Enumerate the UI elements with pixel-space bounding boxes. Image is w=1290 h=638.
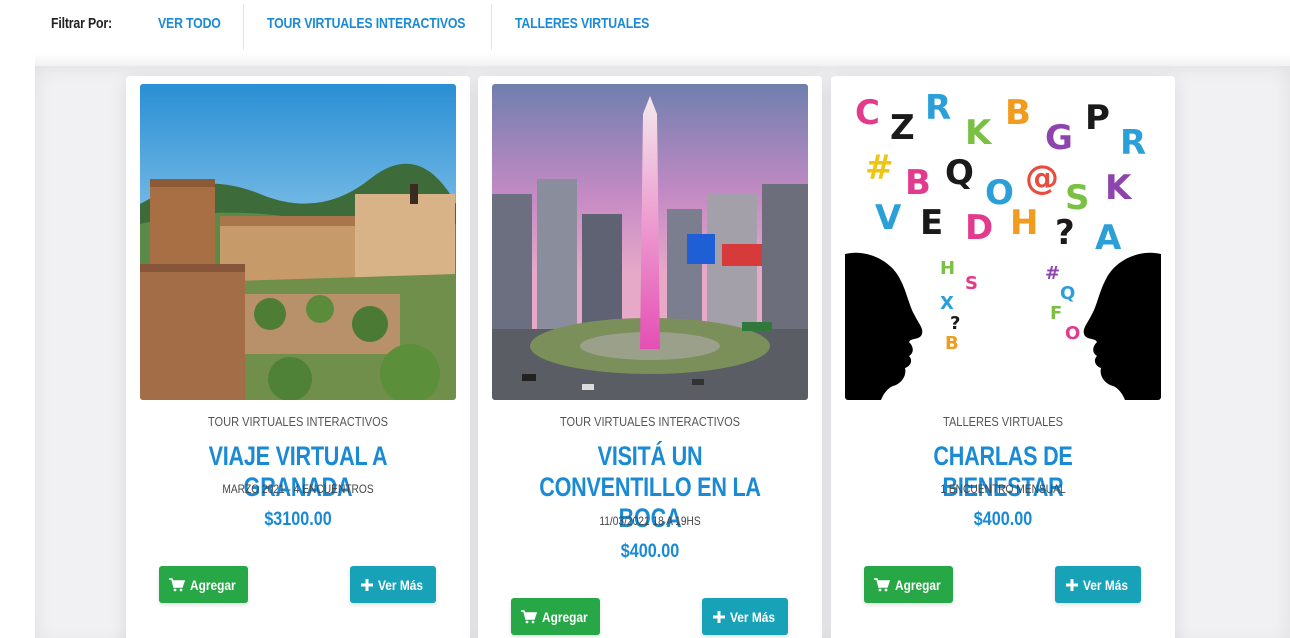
svg-text:R: R xyxy=(1120,123,1146,163)
cart-icon xyxy=(169,577,186,592)
product-card: C Z R K B G P R # B Q O @ S K V E D H ? xyxy=(831,76,1175,638)
svg-text:Q: Q xyxy=(945,153,974,193)
svg-text:P: P xyxy=(1085,98,1110,138)
svg-text:V: V xyxy=(875,198,902,238)
ver-mas-button[interactable]: Ver Más xyxy=(350,566,436,603)
svg-text:Q: Q xyxy=(1060,283,1075,304)
svg-text:#: # xyxy=(865,148,894,188)
svg-text:H: H xyxy=(1010,203,1038,243)
filter-talleres-virtuales[interactable]: TALLERES VIRTUALES xyxy=(515,15,649,32)
product-image-obelisco[interactable] xyxy=(492,84,808,400)
ver-mas-label: Ver Más xyxy=(378,576,424,593)
add-to-cart-button[interactable]: Agregar xyxy=(159,566,248,603)
card-subtitle: MARZO 2021 - 4 ENCUENTROS xyxy=(222,482,374,496)
svg-text:S: S xyxy=(965,273,978,294)
plus-icon xyxy=(361,578,374,591)
product-card: TOUR VIRTUALES INTERACTIVOS VISITÁ UN CO… xyxy=(478,76,822,638)
svg-text:G: G xyxy=(1045,118,1073,158)
card-category: TALLERES VIRTUALES xyxy=(943,414,1063,429)
svg-text:?: ? xyxy=(1055,213,1075,253)
filter-label: Filtrar Por: xyxy=(51,15,112,32)
card-category: TOUR VIRTUALES INTERACTIVOS xyxy=(207,414,389,429)
cart-icon xyxy=(521,609,538,624)
card-price: $3100.00 xyxy=(264,509,332,530)
product-image-granada[interactable] xyxy=(140,84,456,400)
svg-text:X: X xyxy=(940,293,954,314)
svg-text:C: C xyxy=(855,93,880,133)
svg-text:#: # xyxy=(1045,263,1060,284)
svg-text:B: B xyxy=(1005,93,1031,133)
svg-text:D: D xyxy=(965,208,993,248)
card-category: TOUR VIRTUALES INTERACTIVOS xyxy=(559,414,741,429)
svg-text:?: ? xyxy=(950,313,960,334)
ver-mas-label: Ver Más xyxy=(1083,576,1129,593)
filter-ver-todo[interactable]: VER TODO xyxy=(158,15,221,32)
ver-mas-button[interactable]: Ver Más xyxy=(702,598,788,635)
card-subtitle: 1 ENCUENTRO MENSUAL xyxy=(940,482,1066,496)
add-label: Agregar xyxy=(542,608,588,625)
product-image-charlas[interactable]: C Z R K B G P R # B Q O @ S K V E D H ? xyxy=(845,84,1161,400)
svg-text:B: B xyxy=(945,333,959,354)
filter-tour-virtuales[interactable]: TOUR VIRTUALES INTERACTIVOS xyxy=(267,15,465,32)
svg-text:E: E xyxy=(920,203,943,243)
card-price: $400.00 xyxy=(973,509,1033,530)
svg-text:F: F xyxy=(1050,303,1062,324)
card-subtitle: 11/03/2021 18 A 19HS xyxy=(599,514,701,528)
svg-text:A: A xyxy=(1095,218,1122,258)
add-label: Agregar xyxy=(190,576,236,593)
card-price: $400.00 xyxy=(620,541,680,562)
plus-icon xyxy=(1066,578,1079,591)
ver-mas-button[interactable]: Ver Más xyxy=(1055,566,1141,603)
svg-text:S: S xyxy=(1065,178,1090,218)
add-label: Agregar xyxy=(895,576,941,593)
svg-text:@: @ xyxy=(1025,158,1059,198)
add-to-cart-button[interactable]: Agregar xyxy=(864,566,953,603)
filter-divider xyxy=(491,4,492,50)
svg-text:R: R xyxy=(925,88,951,128)
svg-text:B: B xyxy=(905,163,931,203)
filter-bar: Filtrar Por: VER TODO TOUR VIRTUALES INT… xyxy=(0,0,1290,52)
svg-text:H: H xyxy=(940,258,955,279)
svg-text:O: O xyxy=(1065,323,1080,344)
cart-icon xyxy=(874,577,891,592)
filter-divider xyxy=(243,4,244,50)
plus-icon xyxy=(713,610,726,623)
svg-text:K: K xyxy=(1105,168,1133,208)
product-card: TOUR VIRTUALES INTERACTIVOS VIAJE VIRTUA… xyxy=(126,76,470,638)
ver-mas-label: Ver Más xyxy=(730,608,776,625)
svg-text:K: K xyxy=(965,113,993,153)
svg-text:Z: Z xyxy=(890,108,915,148)
add-to-cart-button[interactable]: Agregar xyxy=(511,598,600,635)
